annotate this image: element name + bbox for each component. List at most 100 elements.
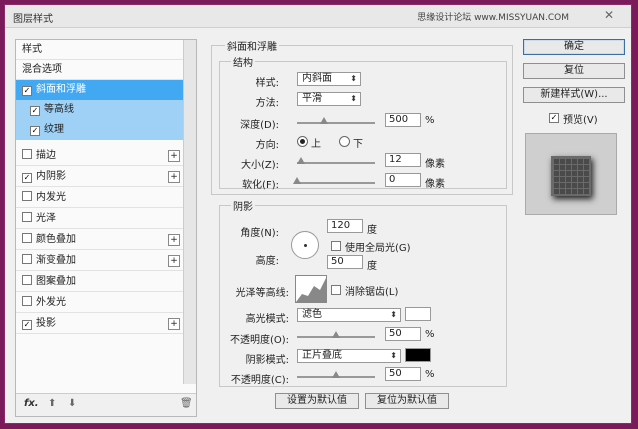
size-slider-handle[interactable] (296, 157, 305, 164)
list-item-label: 等高线 (44, 104, 74, 115)
gloss-contour-picker[interactable] (295, 275, 327, 303)
list-item-stroke[interactable]: 描边 + (16, 146, 184, 166)
depth-label: 深度(D): (240, 120, 279, 131)
ok-button[interactable]: 确定 (523, 39, 625, 55)
list-item-label: 图案叠加 (36, 276, 76, 287)
highlight-opacity-input[interactable]: 50 (385, 327, 421, 341)
angle-label: 角度(N): (240, 228, 279, 239)
angle-dial[interactable] (291, 231, 319, 259)
depth-unit: % (425, 115, 435, 126)
list-item-label: 投影 (36, 318, 56, 329)
move-down-icon[interactable]: ⬇ (68, 398, 76, 409)
direction-down-radio[interactable] (339, 136, 350, 147)
checkbox[interactable] (22, 275, 32, 285)
list-item-outer-glow[interactable]: 外发光 (16, 293, 184, 313)
reset-button[interactable]: 复位 (523, 63, 625, 79)
structure-title: 结构 (231, 54, 255, 69)
highlight-mode-select[interactable]: 滤色 ⬍ (297, 308, 401, 322)
direction-up-label: 上 (311, 139, 321, 150)
shadow-opacity-label: 不透明度(C): (230, 375, 289, 386)
list-item-color-overlay[interactable]: 颜色叠加 + (16, 230, 184, 250)
new-style-button[interactable]: 新建样式(W)... (523, 87, 625, 103)
technique-value: 平滑 (302, 93, 322, 104)
watermark: 思缘设计论坛 www.MISSYUAN.COM (417, 13, 569, 23)
highlight-mode-value: 滤色 (302, 309, 322, 320)
shading-title: 阴影 (231, 198, 255, 213)
list-item-pattern-overlay[interactable]: 图案叠加 (16, 272, 184, 292)
altitude-unit: 度 (367, 261, 377, 272)
checkbox[interactable] (22, 191, 32, 201)
size-input[interactable]: 12 (385, 153, 421, 167)
add-icon[interactable]: + (168, 234, 180, 246)
checkbox[interactable] (22, 233, 32, 243)
antialias-label: 消除锯齿(L) (345, 287, 399, 298)
angle-input[interactable]: 120 (327, 219, 363, 233)
list-item-label: 描边 (36, 150, 56, 161)
shadow-opacity-unit: % (425, 369, 435, 380)
shadow-mode-value: 正片叠底 (302, 350, 342, 361)
highlight-opacity-unit: % (425, 329, 435, 340)
highlight-color-swatch[interactable] (405, 307, 431, 321)
add-icon[interactable]: + (168, 255, 180, 267)
chevron-down-icon: ⬍ (350, 94, 357, 103)
fx-icon[interactable]: fx. (24, 398, 39, 409)
technique-select[interactable]: 平滑 ⬍ (297, 92, 361, 106)
list-item-blending-options[interactable]: 混合选项 (16, 60, 184, 80)
list-item-bevel-emboss[interactable]: ✓ 斜面和浮雕 (16, 80, 184, 100)
shadow-opacity-handle[interactable] (332, 371, 340, 378)
highlight-opacity-handle[interactable] (332, 331, 340, 338)
checkbox[interactable] (22, 212, 32, 222)
add-icon[interactable]: + (168, 318, 180, 330)
checkbox[interactable] (22, 296, 32, 306)
soften-slider[interactable] (297, 182, 375, 184)
list-item-inner-glow[interactable]: 内发光 (16, 188, 184, 208)
depth-slider[interactable] (297, 122, 375, 124)
soften-input[interactable]: 0 (385, 173, 421, 187)
list-item-texture[interactable]: ✓ 纹理 (16, 120, 184, 140)
contour-curve-icon (296, 278, 326, 302)
close-button[interactable]: ✕ (591, 7, 627, 23)
checkbox[interactable]: ✓ (22, 86, 32, 96)
checkbox[interactable]: ✓ (22, 320, 32, 330)
dialog-title: 图层样式 (13, 14, 53, 25)
trash-icon[interactable]: 🗑 (180, 398, 193, 409)
add-icon[interactable]: + (168, 171, 180, 183)
direction-up-radio[interactable] (297, 136, 308, 147)
styles-header[interactable]: 样式 (16, 40, 184, 60)
highlight-opacity-label: 不透明度(O): (229, 335, 289, 346)
style-select[interactable]: 内斜面 ⬍ (297, 72, 361, 86)
shadow-color-swatch[interactable] (405, 348, 431, 362)
checkbox[interactable] (22, 254, 32, 264)
depth-input[interactable]: 500 (385, 113, 421, 127)
soften-label: 软化(F): (242, 180, 279, 191)
shadow-mode-select[interactable]: 正片叠底 ⬍ (297, 349, 401, 363)
add-icon[interactable]: + (168, 150, 180, 162)
move-up-icon[interactable]: ⬆ (48, 398, 56, 409)
list-item-contour[interactable]: ✓ 等高线 (16, 100, 184, 120)
list-item-drop-shadow[interactable]: ✓ 投影 + (16, 314, 184, 334)
altitude-label: 高度: (255, 256, 279, 267)
global-light-label: 使用全局光(G) (345, 243, 411, 254)
depth-slider-handle[interactable] (320, 117, 329, 124)
antialias-checkbox[interactable] (331, 285, 341, 295)
list-item-label: 纹理 (44, 124, 64, 135)
size-slider[interactable] (297, 162, 375, 164)
list-item-inner-shadow[interactable]: ✓ 内阴影 + (16, 167, 184, 187)
list-item-gradient-overlay[interactable]: 渐变叠加 + (16, 251, 184, 271)
list-item-label: 内阴影 (36, 171, 66, 182)
reset-default-button[interactable]: 复位为默认值 (365, 393, 449, 409)
make-default-button[interactable]: 设置为默认值 (275, 393, 359, 409)
soften-slider-handle[interactable] (293, 177, 301, 184)
preview-checkbox[interactable]: ✓ (549, 113, 559, 123)
checkbox[interactable] (22, 149, 32, 159)
size-unit: 像素 (425, 159, 445, 170)
list-scrollbar[interactable] (183, 40, 196, 384)
shadow-opacity-input[interactable]: 50 (385, 367, 421, 381)
list-item-satin[interactable]: 光泽 (16, 209, 184, 229)
checkbox[interactable]: ✓ (30, 126, 40, 136)
checkbox[interactable]: ✓ (22, 173, 32, 183)
list-item-label: 内发光 (36, 192, 66, 203)
global-light-checkbox[interactable] (331, 241, 341, 251)
altitude-input[interactable]: 50 (327, 255, 363, 269)
checkbox[interactable]: ✓ (30, 106, 40, 116)
